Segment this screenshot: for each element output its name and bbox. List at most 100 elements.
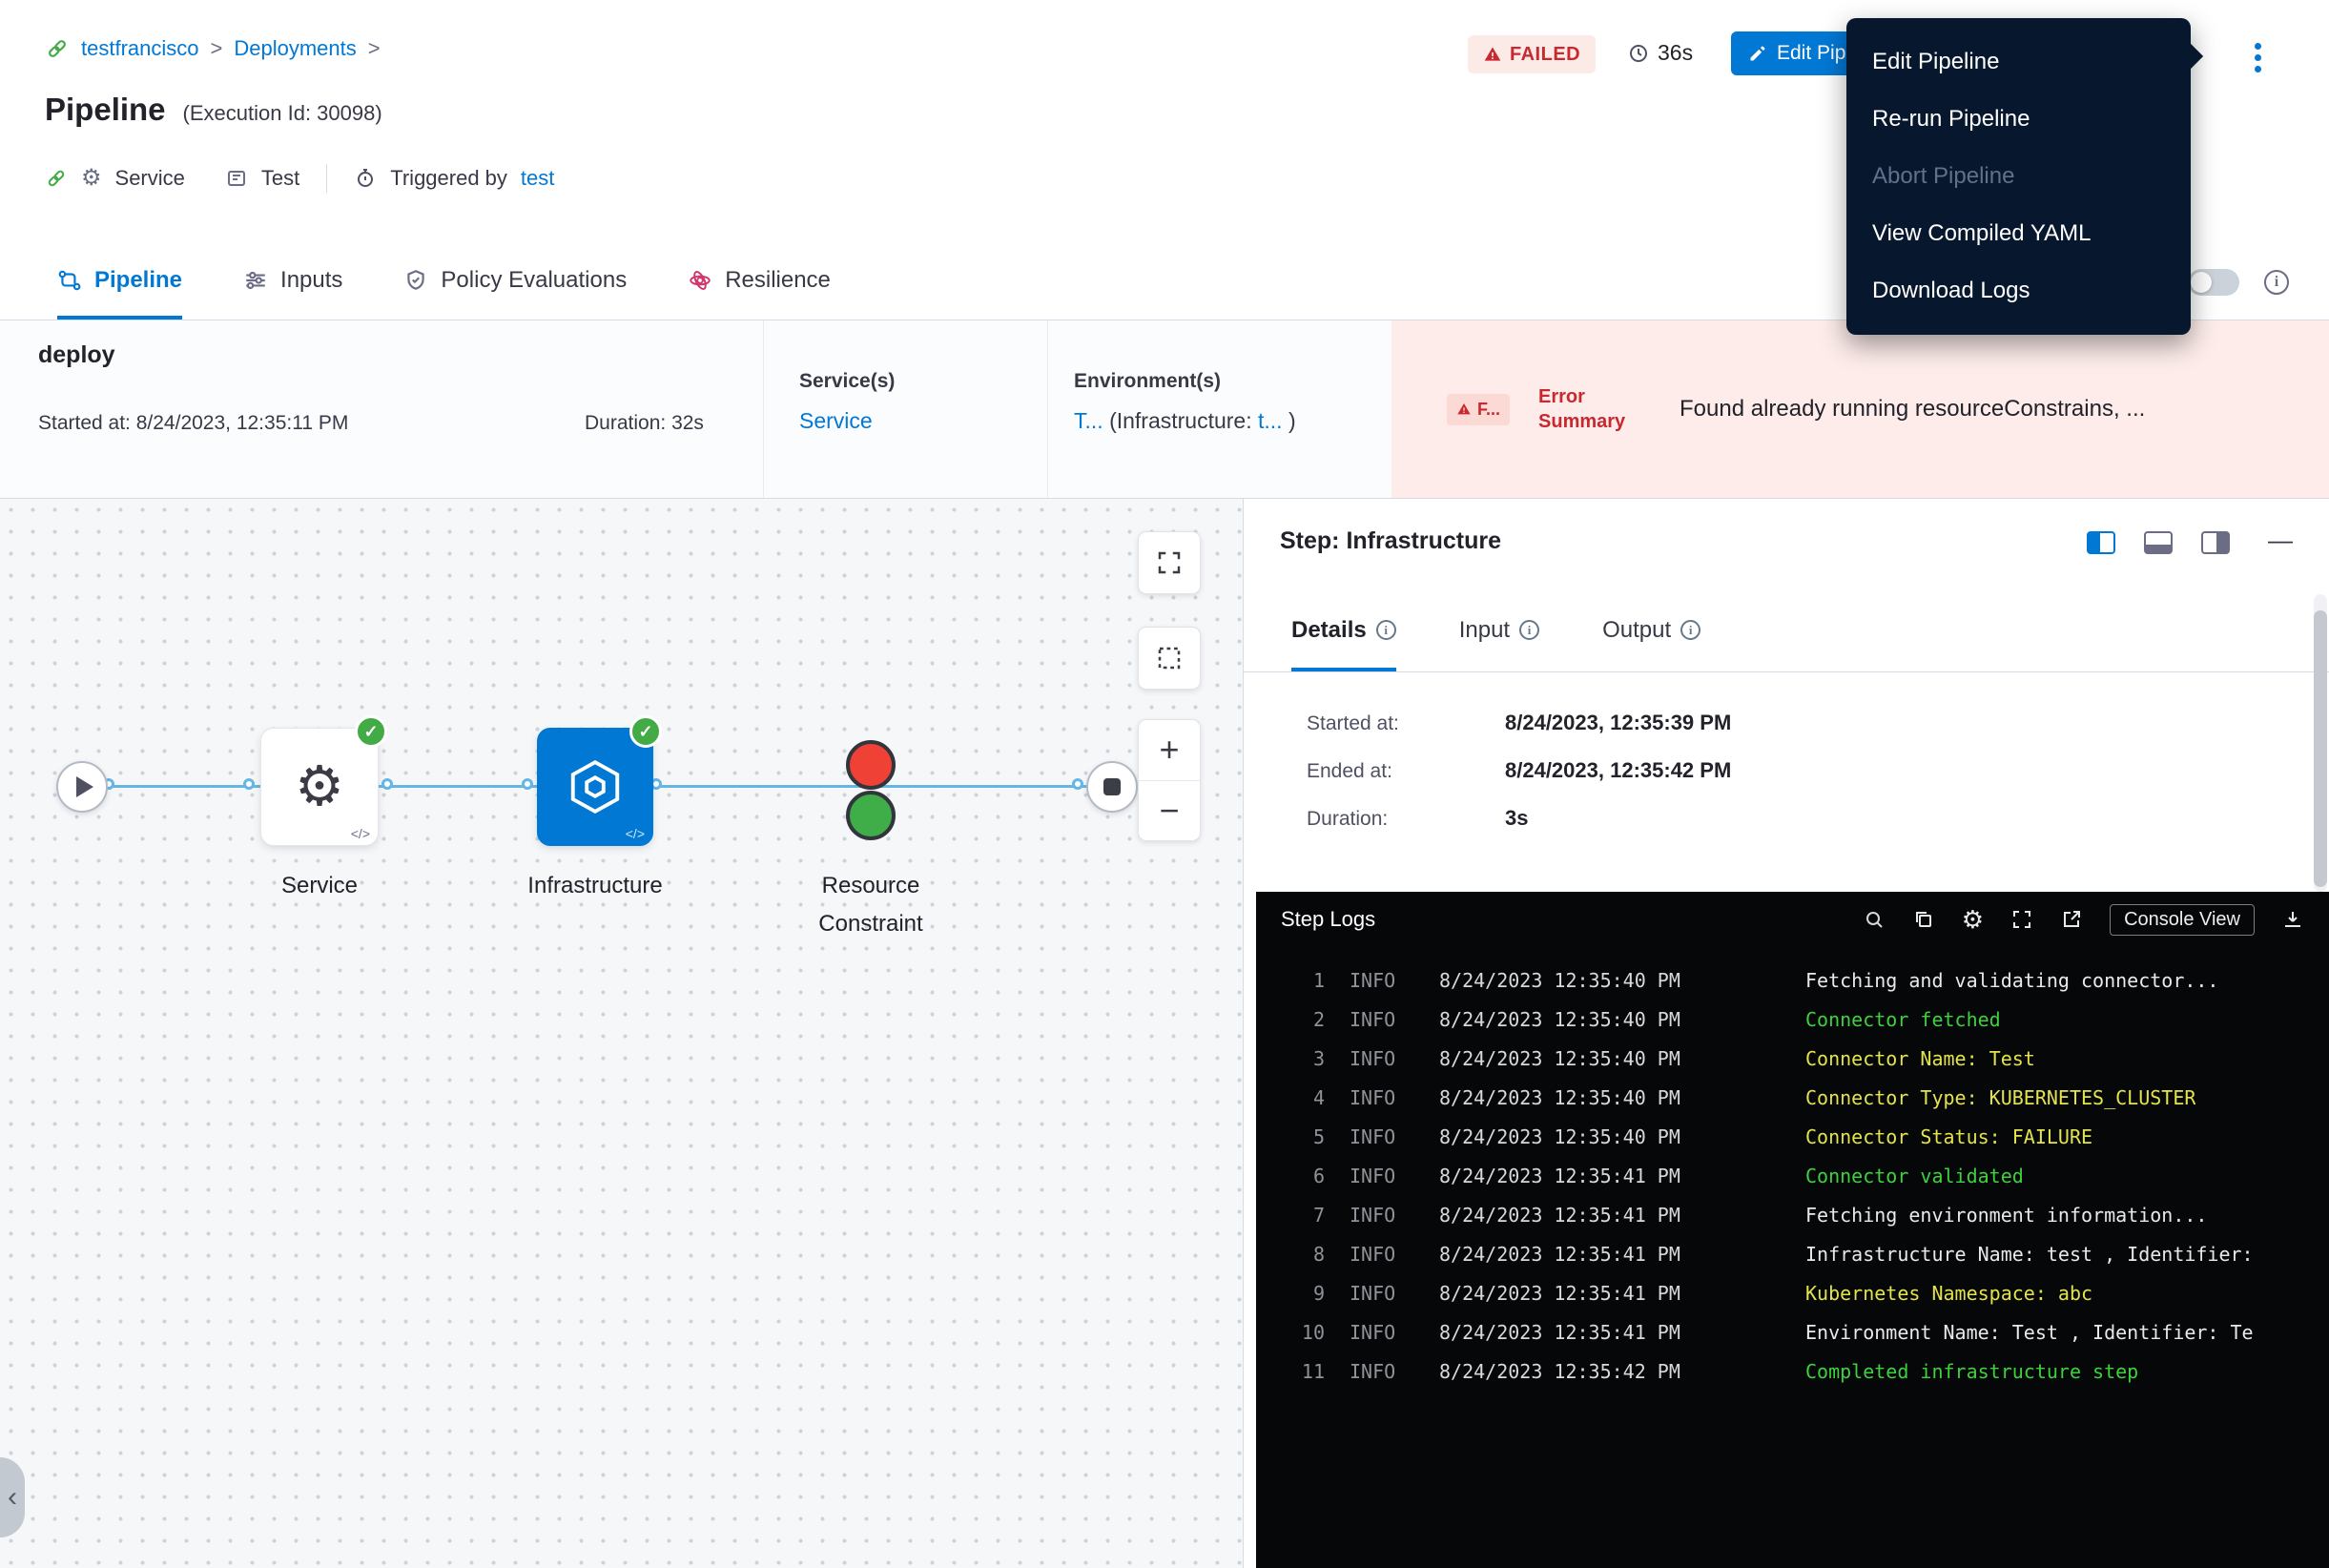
error-mini-badge: F... xyxy=(1447,394,1510,425)
shield-check-icon xyxy=(403,268,428,293)
status-badge: FAILED xyxy=(1468,35,1596,73)
pipeline-graph-canvas[interactable]: ⚙ ✓ </> Service ✓ </> Infrastructure Res… xyxy=(0,499,1243,1568)
step-logs-panel: Step Logs ⚙ Console View xyxy=(1256,892,2329,1568)
copy-icon[interactable] xyxy=(1912,908,1935,931)
clock-icon xyxy=(1627,42,1650,65)
menu-item-abort-pipeline: Abort Pipeline xyxy=(1846,148,2191,205)
info-icon[interactable]: i xyxy=(1680,620,1700,640)
node-resource-constraint[interactable] xyxy=(846,740,896,841)
breadcrumb-deployments-link[interactable]: Deployments xyxy=(234,36,356,61)
open-in-new-icon[interactable] xyxy=(2060,908,2083,931)
edge-connector-dot xyxy=(522,778,533,790)
duration-label: Duration: xyxy=(1307,808,1505,831)
menu-item-edit-pipeline[interactable]: Edit Pipeline xyxy=(1846,33,2191,91)
edge-connector-dot xyxy=(381,778,393,790)
more-options-kebab-icon[interactable] xyxy=(2243,36,2272,78)
tab-inputs-label: Inputs xyxy=(280,267,342,294)
breadcrumb-separator: > xyxy=(211,36,223,61)
stage-name[interactable]: deploy xyxy=(38,341,115,369)
right-view-icon[interactable] xyxy=(2201,531,2230,554)
service-link[interactable]: Service xyxy=(799,408,873,433)
pipeline-execution-page: testfrancisco > Deployments > Pipeline (… xyxy=(0,0,2329,1568)
stage-duration-label: Duration: xyxy=(585,412,666,434)
pipeline-icon xyxy=(57,268,82,293)
toggle-knob xyxy=(2191,272,2212,293)
tab-input[interactable]: Input i xyxy=(1459,592,1539,671)
detail-row-ended: Ended at: 8/24/2023, 12:35:42 PM xyxy=(1307,758,1731,783)
search-icon[interactable] xyxy=(1863,908,1886,931)
tab-inputs[interactable]: Inputs xyxy=(243,245,342,320)
status-badge-label: FAILED xyxy=(1510,44,1580,66)
tab-pipeline[interactable]: Pipeline xyxy=(57,245,182,320)
expand-left-panel-chevron[interactable]: ‹ xyxy=(0,1457,25,1537)
fit-to-screen-button[interactable] xyxy=(1138,531,1201,594)
test-icon xyxy=(225,167,248,190)
chain-link-icon xyxy=(45,167,68,190)
step-logs-body[interactable]: 1INFO8/24/2023 12:35:40 PMFetching and v… xyxy=(1256,960,2329,1568)
infrastructure-link[interactable]: t... xyxy=(1258,408,1283,433)
error-summary-text: Found already running resourceConstrains… xyxy=(1680,396,2145,423)
pipeline-options-menu: Edit Pipeline Re-run Pipeline Abort Pipe… xyxy=(1846,18,2191,335)
started-at-label: Started at: xyxy=(1307,712,1505,735)
triggered-by-user-link[interactable]: test xyxy=(521,166,554,191)
tab-details-label: Details xyxy=(1291,617,1367,644)
bottom-view-icon[interactable] xyxy=(2144,531,2173,554)
log-line: 9INFO8/24/2023 12:35:41 PMKubernetes Nam… xyxy=(1266,1273,2329,1312)
stop-square-icon xyxy=(1103,778,1121,795)
stage-started-label: Started at: xyxy=(38,412,131,434)
node-infrastructure[interactable]: ✓ </> xyxy=(537,728,653,846)
tab-policy-evaluations[interactable]: Policy Evaluations xyxy=(403,245,627,320)
breadcrumb-separator: > xyxy=(368,36,381,61)
tab-input-label: Input xyxy=(1459,617,1510,644)
split-view-icon[interactable] xyxy=(2087,531,2115,554)
step-logs-title: Step Logs xyxy=(1281,907,1375,932)
stage-duration: Duration: 32s xyxy=(585,412,704,435)
info-icon[interactable]: i xyxy=(1519,620,1539,640)
scrollbar-thumb[interactable] xyxy=(2314,610,2327,887)
start-node[interactable] xyxy=(56,761,108,813)
info-icon[interactable]: i xyxy=(1376,620,1396,640)
inputs-icon xyxy=(243,268,268,293)
fullscreen-icon[interactable] xyxy=(2010,908,2033,931)
download-icon[interactable] xyxy=(2281,908,2304,931)
divider xyxy=(763,320,764,498)
services-label: Service(s) xyxy=(799,370,895,393)
template-code-badge: </> xyxy=(351,826,370,841)
node-service[interactable]: ⚙ ✓ </> xyxy=(260,728,379,846)
menu-item-view-compiled-yaml[interactable]: View Compiled YAML xyxy=(1846,205,2191,262)
tab-resilience[interactable]: Resilience xyxy=(688,245,831,320)
tab-output[interactable]: Output i xyxy=(1602,592,1700,671)
env-infra-suffix: ) xyxy=(1288,408,1296,433)
log-line: 3INFO8/24/2023 12:35:40 PMConnector Name… xyxy=(1266,1039,2329,1078)
divider xyxy=(326,164,327,193)
log-settings-gear-icon[interactable]: ⚙ xyxy=(1962,907,1984,932)
resilience-icon xyxy=(688,268,712,293)
step-details-body: Started at: 8/24/2023, 12:35:39 PM Ended… xyxy=(1307,711,1731,854)
stage-duration-value: 32s xyxy=(671,412,704,434)
log-line: 8INFO8/24/2023 12:35:41 PMInfrastructure… xyxy=(1266,1234,2329,1273)
elapsed-time: 36s xyxy=(1627,40,1693,66)
zoom-out-button[interactable]: − xyxy=(1139,781,1200,841)
marquee-select-button[interactable] xyxy=(1138,627,1201,690)
edge-connector-dot xyxy=(243,778,255,790)
tab-details[interactable]: Details i xyxy=(1291,592,1396,671)
menu-item-rerun-pipeline[interactable]: Re-run Pipeline xyxy=(1846,91,2191,148)
tab-pipeline-label: Pipeline xyxy=(94,267,182,294)
menu-item-download-logs[interactable]: Download Logs xyxy=(1846,262,2191,320)
console-view-button[interactable]: Console View xyxy=(2110,904,2255,936)
collapse-panel-button[interactable]: — xyxy=(2268,526,2293,555)
end-node[interactable] xyxy=(1086,761,1138,813)
gear-icon: ⚙ xyxy=(295,759,344,815)
info-icon[interactable]: i xyxy=(2264,270,2289,295)
title-row: Pipeline (Execution Id: 30098) xyxy=(45,92,382,128)
template-code-badge: </> xyxy=(626,826,645,841)
panel-layout-toggles xyxy=(2087,531,2230,554)
environment-name: Test xyxy=(261,166,299,191)
environment-link[interactable]: T... xyxy=(1074,408,1103,433)
debug-toggle[interactable] xyxy=(2188,269,2239,296)
environments-label: Environment(s) xyxy=(1074,370,1221,393)
zoom-in-button[interactable]: + xyxy=(1139,720,1200,781)
warning-icon xyxy=(1483,45,1502,64)
breadcrumb-project-link[interactable]: testfrancisco xyxy=(81,36,199,61)
traffic-light-green-icon xyxy=(846,791,896,840)
